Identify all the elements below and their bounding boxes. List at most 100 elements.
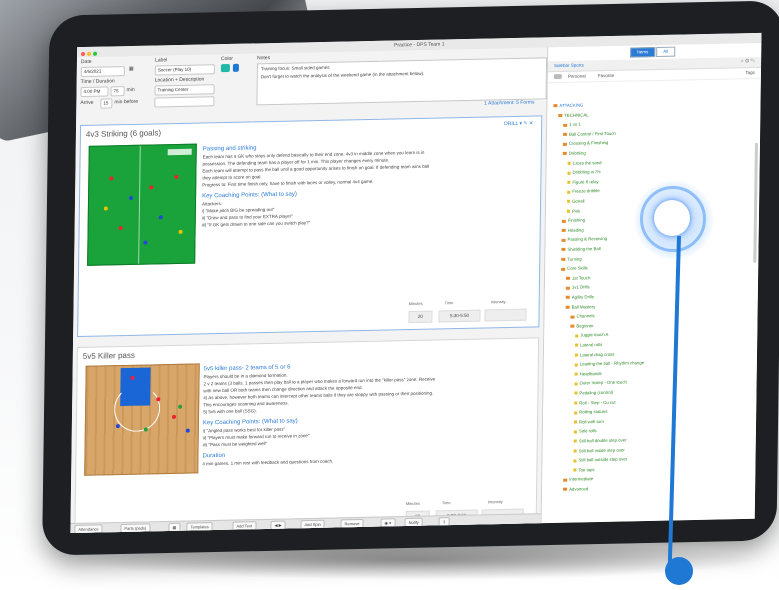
tree-drill[interactable]: Juggle touch A <box>575 332 608 338</box>
toggle-icon[interactable] <box>553 73 562 80</box>
tab-sidebar-sports[interactable]: Sidebar Sports <box>554 63 584 69</box>
tree-folder[interactable]: Shielding the Ball <box>561 246 601 252</box>
drill-icon <box>575 343 579 347</box>
date-label: Date <box>80 58 92 66</box>
time-field[interactable]: 4:00 PM <box>80 86 109 98</box>
zoom-icon[interactable] <box>93 51 98 56</box>
tree-folder[interactable]: Ball Mastery <box>565 304 595 310</box>
color-swatch[interactable] <box>220 63 230 73</box>
drill-card-2[interactable]: 5v5 Killer pass 5v5 killer pass- 2 teams… <box>74 337 540 534</box>
notes-textarea[interactable]: Training focus: Small sided games Don't … <box>256 57 548 106</box>
label-select[interactable]: Soccer (Play 10) <box>154 64 215 76</box>
tree-drill[interactable]: Cross the sand <box>567 160 602 166</box>
tree-folder[interactable]: Turning <box>561 256 582 261</box>
tree-label: Core Skills <box>567 265 588 271</box>
tree-drill[interactable]: Lateral drag cross <box>574 351 614 357</box>
view-icon[interactable]: ◉ ▾ <box>380 518 396 528</box>
tags-label[interactable]: Tags <box>745 70 755 75</box>
tree-drill[interactable]: Sole rolls <box>573 428 597 434</box>
color-picker-icon[interactable] <box>232 63 239 72</box>
scrollbar[interactable] <box>753 142 758 263</box>
tree-drill[interactable]: Lateral rolls <box>575 342 602 348</box>
tree-drill[interactable]: Gonall <box>567 198 585 204</box>
folder-icon <box>561 219 566 223</box>
filter-personal[interactable]: Personal <box>568 73 586 78</box>
date-field[interactable]: 4/6/2021 <box>80 66 125 78</box>
tree-drill[interactable]: Dribbling in 3's <box>567 169 601 175</box>
tree-label: Gonall <box>572 198 585 204</box>
description-field[interactable] <box>154 96 215 108</box>
sidebar-tools-icons[interactable]: ⌕ ⚙ ✎ <box>741 58 755 64</box>
tree-drill[interactable]: Roll with turn <box>573 419 604 425</box>
tree-drill[interactable]: Leading the ball - Rhythm change <box>574 360 644 367</box>
share-icon[interactable]: ⇪ <box>438 517 451 527</box>
arrows-icon[interactable]: ◀ ▶ <box>270 520 286 530</box>
tree-drill[interactable]: Still ball outside step over <box>573 457 627 463</box>
location-select[interactable]: Training Center <box>154 84 215 96</box>
tree-folder[interactable]: Core Skills <box>561 266 588 272</box>
practice-form: Date 4/6/2021 ▦ Label Soccer (Play 10) C… <box>80 49 548 115</box>
tree-drill[interactable]: Pink <box>566 208 580 213</box>
tree-drill[interactable]: Rolling statues <box>574 409 607 415</box>
drill-link[interactable]: DRILL <box>504 121 518 127</box>
tree-folder[interactable]: Channels <box>570 313 595 319</box>
tree-label: Intermediate <box>569 476 594 483</box>
parts-button[interactable]: Parts (pads) <box>120 523 151 533</box>
tree-label: TECHNICAL <box>564 111 589 118</box>
templates-button[interactable]: Templates <box>186 522 213 532</box>
tree-folder[interactable]: Heading <box>561 227 584 233</box>
folder-icon <box>566 276 571 280</box>
close-icon[interactable] <box>81 51 86 57</box>
add-text-button[interactable]: Add Text <box>232 521 257 531</box>
segment-all[interactable]: All <box>656 46 676 58</box>
tree-drill[interactable]: Freeze dribble <box>567 189 600 195</box>
minutes-value[interactable]: 20 <box>408 310 433 324</box>
drill-icon <box>567 190 571 194</box>
intensity-value[interactable] <box>484 308 527 322</box>
attachments-link[interactable]: 1 Attachment: 5 Forms <box>484 100 534 107</box>
tree-folder[interactable]: Passing & Receiving <box>561 236 607 242</box>
tree-folder[interactable]: Finishing <box>561 218 585 223</box>
tree-folder[interactable]: Advanced <box>563 486 588 492</box>
segment-items[interactable]: Items <box>630 47 656 58</box>
minimize-icon[interactable] <box>87 51 92 56</box>
add-spin-button[interactable]: Add Spin <box>300 519 325 530</box>
tree-folder[interactable]: Intermediate <box>563 477 593 483</box>
folder-icon <box>561 257 566 261</box>
tree-drill[interactable]: Roll - Step - Cu cut <box>574 399 616 405</box>
tree-drill[interactable]: Still ball inside step over <box>573 447 625 453</box>
filter-favorite[interactable]: Favorite <box>598 73 614 78</box>
drill-icon <box>573 420 578 424</box>
drill-card-1[interactable]: 4v3 Striking (6 goals) DRILL ▾ ✎ ✕ Passi… <box>77 115 543 338</box>
tree-drill[interactable]: Headbands <box>574 371 602 377</box>
tree-folder[interactable]: Ball Control / First Touch <box>563 131 616 137</box>
arrive-field[interactable]: 15 <box>100 98 113 109</box>
tree-folder[interactable]: TECHNICAL <box>558 111 589 118</box>
tree-folder[interactable]: Crossing & Finishing <box>562 140 608 146</box>
calendar-icon[interactable]: ▦ <box>129 66 134 72</box>
attendance-button[interactable]: Attendance <box>74 524 103 534</box>
drill-actions[interactable]: DRILL ▾ ✎ ✕ <box>504 121 533 128</box>
tree-label: Freeze dribble <box>572 188 600 195</box>
drill-icon <box>573 468 577 472</box>
tree-folder[interactable]: Agility Drills <box>565 294 594 300</box>
notify-button[interactable]: Notify <box>404 517 423 528</box>
drill-icon <box>574 363 578 367</box>
duration-field[interactable]: 75 <box>110 86 125 97</box>
tree-drill[interactable]: Toe taps <box>573 467 595 472</box>
tree-folder[interactable]: 1st Touch <box>566 275 590 281</box>
tree-drill[interactable]: Still ball double step over <box>573 437 627 443</box>
tree-drill[interactable]: Figure 8 relay <box>567 179 599 185</box>
drill-icon <box>574 353 578 357</box>
remove-button[interactable]: Remove <box>340 518 364 529</box>
tree-folder[interactable]: 1 vs 1 <box>563 122 581 127</box>
time-value[interactable]: 5:30-5:50 <box>438 309 481 323</box>
tree-folder[interactable]: Dribbling <box>562 150 586 156</box>
tree-folder[interactable]: ATTACKING <box>553 103 583 109</box>
tree-folder[interactable]: 1v1 Drills <box>565 285 590 290</box>
tree-drill[interactable]: Outer Instep - One touch <box>574 380 627 386</box>
folder-icon <box>565 296 570 300</box>
tree-folder[interactable]: Beginner <box>570 323 594 328</box>
grid-icon[interactable]: ▦ <box>168 522 181 532</box>
tree-drill[interactable]: Pedaling (control) <box>574 390 613 396</box>
